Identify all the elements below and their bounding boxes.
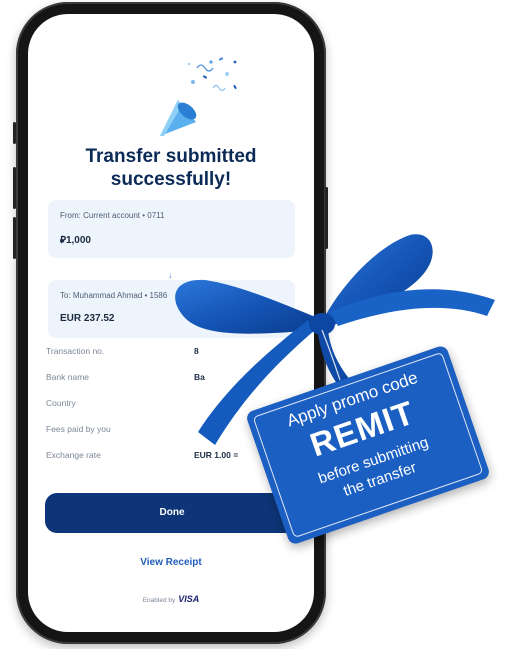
page-title-line2: successfully! (110, 169, 232, 190)
to-account-label: To: Muhammad Ahmad • 1586 (60, 291, 168, 300)
detail-row-country: Country (46, 398, 296, 408)
visa-logo: VISA (178, 594, 200, 604)
silent-switch (13, 122, 16, 144)
enabled-by-footer: Enabled by VISA (28, 594, 314, 604)
detail-label: Transaction no. (46, 346, 105, 356)
detail-label: Bank name (46, 372, 89, 382)
done-button[interactable]: Done (45, 493, 299, 533)
detail-label: Exchange rate (46, 450, 101, 460)
to-account-card: To: Muhammad Ahmad • 1586 EUR 237.52 (48, 280, 295, 338)
from-account-label: From: Current account • 0711 (60, 211, 165, 220)
from-amount: ⃃1,000 (60, 235, 91, 246)
power-button (325, 187, 328, 249)
confetti-icon (187, 57, 237, 92)
party-popper-icon (160, 100, 197, 136)
app-screen: Transfer submitted successfully! From: C… (28, 14, 314, 632)
to-amount: EUR 237.52 (60, 313, 115, 324)
arrow-down-icon: ↓ (168, 270, 173, 280)
from-account-card: From: Current account • 0711 ⃃1,000 (48, 200, 295, 258)
volume-up-button (13, 167, 16, 209)
detail-label: Country (46, 398, 76, 408)
volume-down-button (13, 217, 16, 259)
page-title-line1: Transfer submitted (85, 146, 257, 167)
detail-value: Ba (194, 372, 205, 382)
detail-value: EUR 1.00 = (194, 450, 239, 460)
enabled-by-text: Enabled by (142, 597, 176, 604)
detail-row-transaction: Transaction no. 8 (46, 346, 296, 356)
detail-value: 8 (194, 346, 199, 356)
detail-row-bank: Bank name Ba (46, 372, 296, 382)
view-receipt-link[interactable]: View Receipt (28, 557, 314, 568)
detail-label: Fees paid by you (46, 424, 111, 434)
